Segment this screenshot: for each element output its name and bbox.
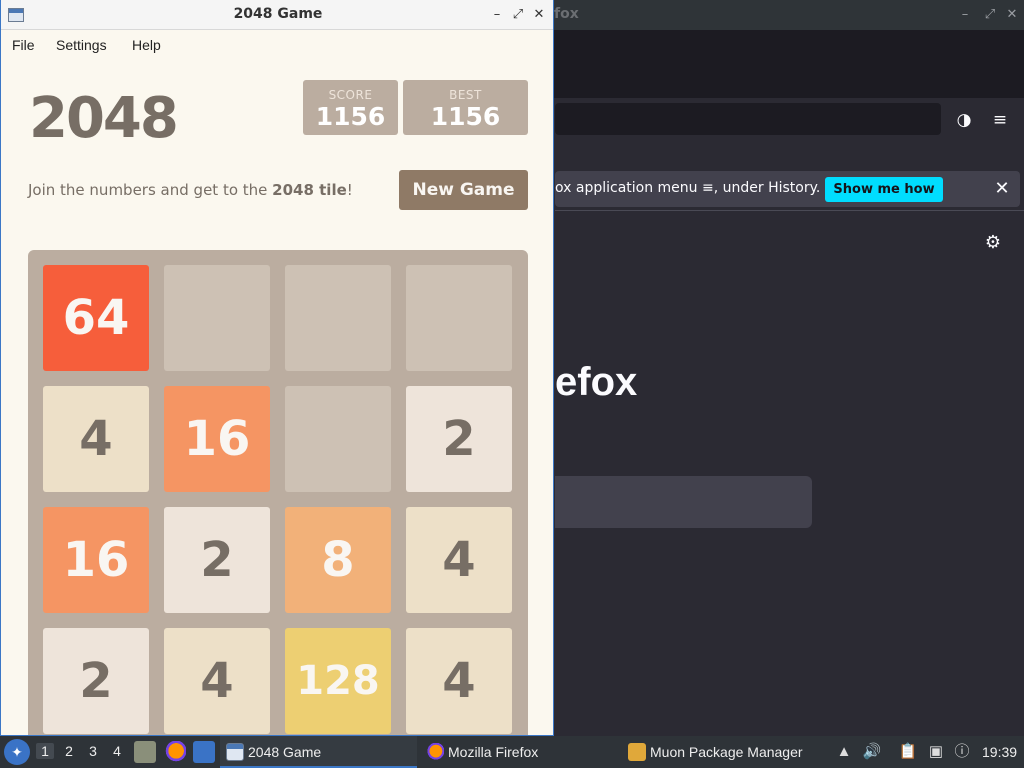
score-box: SCORE 1156: [303, 80, 398, 135]
package-manager-icon: [628, 743, 646, 761]
clock: 19:39: [982, 744, 1018, 760]
tile-4: 4: [406, 628, 512, 734]
tile-16: 16: [43, 507, 149, 613]
game-logo: 2048: [29, 86, 179, 151]
best-value: 1156: [430, 102, 501, 131]
new-game-button[interactable]: New Game: [399, 170, 528, 210]
firefox-maximize-button[interactable]: ⤢: [980, 5, 1000, 25]
firefox-close-button[interactable]: ✕: [1002, 5, 1022, 25]
task-muon-package-manager[interactable]: Muon Package Manager: [622, 736, 822, 768]
workspace-2[interactable]: 2: [60, 743, 78, 759]
game-board[interactable]: 64 4 16 2 16 2 8 4 2 4 128 4: [28, 250, 528, 735]
tile-empty: [285, 386, 391, 492]
intro-suffix: !: [346, 181, 353, 199]
menu-file[interactable]: File: [12, 37, 35, 53]
contrast-icon[interactable]: ◑: [952, 108, 976, 132]
firefox-divider: [555, 210, 1024, 211]
menu-bar: File Settings Help: [1, 31, 553, 59]
updates-icon[interactable]: ▲: [834, 742, 854, 762]
tile-4: 4: [164, 628, 270, 734]
volume-icon[interactable]: 🔊: [862, 742, 882, 762]
best-box: BEST 1156: [403, 80, 528, 135]
firefox-url-bar[interactable]: [555, 103, 941, 135]
show-me-how-button[interactable]: Show me how: [825, 177, 943, 202]
tile-4: 4: [406, 507, 512, 613]
tile-2: 2: [406, 386, 512, 492]
menu-settings[interactable]: Settings: [56, 37, 107, 53]
task-label: Muon Package Manager: [650, 744, 803, 760]
workspace-1[interactable]: 1: [36, 743, 54, 759]
firefox-search-box[interactable]: [555, 476, 812, 528]
tile-empty: [164, 265, 270, 371]
tile-4: 4: [43, 386, 149, 492]
tile-empty: [285, 265, 391, 371]
best-label: BEST: [449, 88, 482, 102]
firefox-minimize-button[interactable]: –: [955, 5, 975, 25]
tile-16: 16: [164, 386, 270, 492]
clipboard-icon[interactable]: 📋: [898, 742, 918, 762]
score-value: 1156: [315, 102, 386, 131]
taskbar: ✦ 1 2 3 4 2048 Game Mozilla Firefox Muon…: [0, 736, 1024, 768]
intro-text: Join the numbers and get to the 2048 til…: [28, 181, 353, 199]
tile-2: 2: [43, 628, 149, 734]
firefox-title: fox: [554, 6, 579, 22]
network-icon[interactable]: ▣: [926, 742, 946, 762]
firefox-icon: [426, 743, 444, 761]
desktop-icon[interactable]: [193, 741, 215, 763]
close-icon[interactable]: ✕: [530, 5, 548, 25]
notification-text: ox application menu ≡, under History.: [555, 180, 821, 196]
tile-128: 128: [285, 628, 391, 734]
game-window-title: 2048 Game: [233, 6, 323, 22]
tile-empty: [406, 265, 512, 371]
workspace-3[interactable]: 3: [84, 743, 102, 759]
minimize-icon[interactable]: –: [488, 5, 506, 25]
file-manager-icon[interactable]: [134, 741, 156, 763]
firefox-notification-bar: ox application menu ≡, under History. Sh…: [555, 171, 1020, 207]
notification-close-icon[interactable]: ✕: [990, 177, 1014, 201]
task-label: Mozilla Firefox: [448, 744, 539, 760]
window-app-icon: [226, 743, 244, 761]
firefox-launcher-icon[interactable]: [164, 741, 186, 763]
game-titlebar[interactable]: 2048 Game – ⤢ ✕: [1, 0, 553, 30]
notification-icon[interactable]: ⓘ: [952, 742, 972, 762]
maximize-icon[interactable]: ⤢: [509, 5, 527, 25]
gear-icon[interactable]: ⚙: [982, 232, 1004, 254]
task-label: 2048 Game: [248, 744, 322, 760]
hamburger-menu-icon[interactable]: ≡: [988, 108, 1012, 132]
start-menu-icon[interactable]: ✦: [4, 739, 30, 765]
tile-64: 64: [43, 265, 149, 371]
menu-help[interactable]: Help: [132, 37, 161, 53]
tile-8: 8: [285, 507, 391, 613]
intro-bold: 2048 tile: [272, 181, 347, 199]
firefox-wordmark: efox: [555, 360, 638, 404]
game-window: 2048 Game – ⤢ ✕ File Settings Help 2048 …: [0, 0, 554, 736]
score-label: SCORE: [328, 88, 373, 102]
tile-2: 2: [164, 507, 270, 613]
workspace-4[interactable]: 4: [108, 743, 126, 759]
intro-prefix: Join the numbers and get to the: [28, 181, 273, 199]
task-2048-game[interactable]: 2048 Game: [220, 736, 417, 768]
task-firefox[interactable]: Mozilla Firefox: [420, 736, 620, 768]
